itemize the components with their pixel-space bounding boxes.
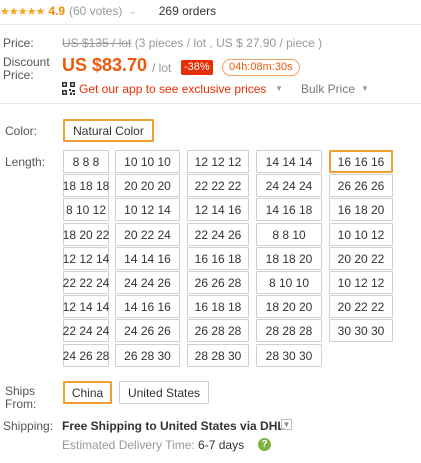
length-option[interactable]: 10 10 10 <box>115 150 180 173</box>
length-option[interactable]: 22 22 22 <box>187 174 249 197</box>
color-label: Color: <box>5 124 38 138</box>
length-option[interactable]: 16 16 16 <box>329 150 393 173</box>
length-option[interactable]: 12 12 12 <box>187 150 249 173</box>
length-option[interactable]: 10 12 12 <box>329 271 393 294</box>
length-option[interactable]: 28 28 28 <box>256 319 322 342</box>
original-price-detail: (3 pieces / lot , US $ 27.90 / piece ) <box>131 36 323 50</box>
length-option[interactable]: 8 8 8 <box>63 150 109 173</box>
original-price-value: US $135 / lot <box>62 36 132 50</box>
length-option[interactable]: 12 14 14 <box>63 295 109 318</box>
length-option[interactable]: 28 30 30 <box>256 344 322 367</box>
chevron-down-icon[interactable]: ▼ <box>361 84 369 93</box>
color-option[interactable]: Natural Color <box>63 119 154 142</box>
length-option[interactable]: 26 26 28 <box>187 271 249 294</box>
shipping-destination: to United States via DHL <box>142 419 285 433</box>
length-option[interactable]: 30 30 30 <box>329 319 393 342</box>
discount-price: US $83.70 <box>62 55 148 75</box>
length-option[interactable]: 20 22 22 <box>329 295 393 318</box>
length-option[interactable]: 24 26 26 <box>115 319 180 342</box>
chevron-down-icon[interactable]: ⌄ <box>128 6 136 17</box>
length-option[interactable]: 12 12 14 <box>63 247 109 270</box>
length-option[interactable]: 20 20 20 <box>115 174 180 197</box>
rating-stars: ★★★★★ <box>0 5 45 18</box>
length-option[interactable]: 8 10 10 <box>256 271 322 294</box>
rating-row: ★★★★★ 4.9 (60 votes) ⌄ 269 orders <box>0 3 216 19</box>
length-option[interactable]: 22 22 24 <box>63 271 109 294</box>
bulk-price-dropdown[interactable]: Bulk Price <box>301 82 355 96</box>
length-option[interactable]: 14 16 16 <box>115 295 180 318</box>
length-option[interactable]: 20 20 22 <box>329 247 393 270</box>
length-option[interactable]: 26 28 30 <box>115 344 180 367</box>
length-option[interactable]: 18 18 20 <box>256 247 322 270</box>
length-option[interactable]: 16 16 18 <box>187 247 249 270</box>
length-option[interactable]: 18 20 22 <box>63 223 109 246</box>
length-option[interactable]: 10 12 14 <box>115 198 180 221</box>
length-option[interactable]: 24 24 26 <box>115 271 180 294</box>
length-option[interactable]: 14 16 18 <box>256 198 322 221</box>
delivery-days: 6-7 days <box>198 438 245 452</box>
divider <box>0 24 421 25</box>
chevron-down-icon[interactable]: ▼ <box>281 419 292 430</box>
delivery-estimate: Estimated Delivery Time: 6-7 days <box>62 438 244 452</box>
qr-code-icon[interactable] <box>62 82 75 95</box>
length-option[interactable]: 8 10 12 <box>63 198 109 221</box>
ships-from-label: Ships From: <box>5 384 37 411</box>
length-option[interactable]: 22 24 24 <box>63 319 109 342</box>
help-icon[interactable]: ? <box>258 438 271 451</box>
ships-from-option[interactable]: China <box>63 381 112 404</box>
length-option[interactable]: 28 28 30 <box>187 344 249 367</box>
length-option[interactable]: 20 22 24 <box>115 223 180 246</box>
free-shipping-text: Free Shipping <box>62 419 143 433</box>
length-option[interactable]: 22 24 26 <box>187 223 249 246</box>
length-option[interactable]: 16 18 20 <box>329 198 393 221</box>
length-option[interactable]: 8 8 10 <box>256 223 322 246</box>
original-price: US $135 / lot (3 pieces / lot , US $ 27.… <box>62 36 322 50</box>
chevron-down-icon[interactable]: ▼ <box>275 84 283 93</box>
shipping-method: Free Shipping to United States via DHL <box>62 419 285 433</box>
length-option[interactable]: 18 18 18 <box>63 174 109 197</box>
length-option[interactable]: 10 10 12 <box>329 223 393 246</box>
length-option[interactable]: 14 14 14 <box>256 150 322 173</box>
discount-price-label: Discount Price: <box>3 55 50 82</box>
shipping-label: Shipping: <box>3 419 54 433</box>
length-option[interactable]: 16 18 18 <box>187 295 249 318</box>
length-option[interactable]: 24 26 28 <box>63 344 109 367</box>
divider <box>0 103 421 104</box>
length-option[interactable]: 26 26 26 <box>329 174 393 197</box>
length-option[interactable]: 12 14 16 <box>187 198 249 221</box>
delivery-label: Estimated Delivery Time: <box>62 438 199 452</box>
votes-count[interactable]: (60 votes) <box>69 4 122 18</box>
length-option[interactable]: 18 20 20 <box>256 295 322 318</box>
countdown-timer: 04h:08m:30s <box>222 59 300 76</box>
length-label: Length: <box>5 155 46 169</box>
discount-badge: -38% <box>181 60 213 75</box>
price-label: Price: <box>3 36 34 50</box>
length-option[interactable]: 26 28 28 <box>187 319 249 342</box>
rating-score: 4.9 <box>48 4 65 18</box>
ships-from-option[interactable]: United States <box>119 381 209 404</box>
orders-count: 269 orders <box>158 4 217 18</box>
length-option[interactable]: 24 24 24 <box>256 174 322 197</box>
per-lot-unit: / lot <box>152 61 172 75</box>
app-promo-link[interactable]: Get our app to see exclusive prices <box>79 82 266 96</box>
length-option[interactable]: 14 14 16 <box>115 247 180 270</box>
